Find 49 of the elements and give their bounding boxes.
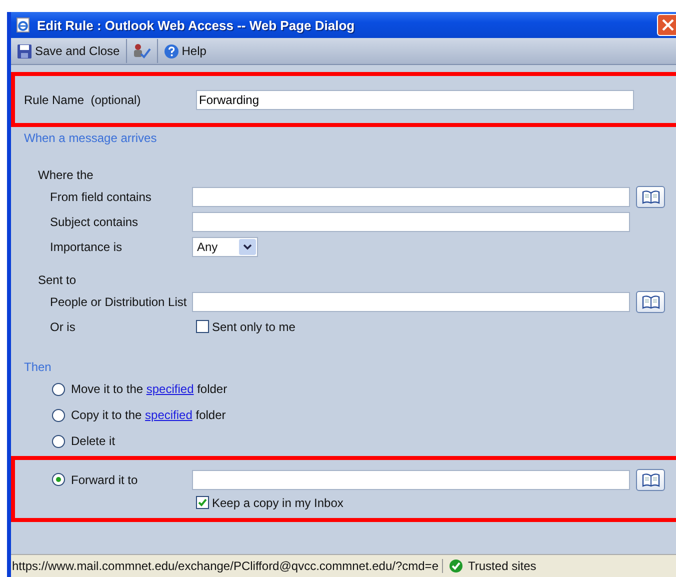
address-book-button[interactable] <box>636 290 665 312</box>
field-label: People or Distribution List <box>50 294 188 308</box>
address-book-button[interactable] <box>636 186 665 208</box>
option-label: Copy it to the specified folder <box>71 408 226 422</box>
close-icon <box>662 19 674 31</box>
rule-name-field[interactable]: Forwarding <box>196 90 634 110</box>
field-label: Subject contains <box>50 214 140 228</box>
close-button[interactable] <box>657 14 676 36</box>
specified-link[interactable]: specified <box>146 382 194 396</box>
window-title: Edit Rule : Outlook Web Access -- Web Page Dialog <box>37 18 355 32</box>
book-icon <box>642 472 660 486</box>
checkbox-label: Sent only to me <box>212 320 296 334</box>
save-and-close-button[interactable]: Save and Close <box>14 39 123 63</box>
text-field[interactable] <box>192 212 630 232</box>
field-label: Or is <box>50 320 76 334</box>
specified-link[interactable]: specified <box>145 408 192 422</box>
text-field[interactable] <box>192 292 630 312</box>
radio-button[interactable] <box>52 382 65 396</box>
group-heading: Sent to <box>38 273 78 289</box>
field-label: From field contains <box>50 190 152 204</box>
radio-button[interactable] <box>52 473 65 486</box>
option-label: Delete it <box>71 434 116 448</box>
page-icon <box>15 17 31 33</box>
forward-to-field[interactable] <box>192 470 630 490</box>
importance-dropdown[interactable]: Any <box>192 236 258 256</box>
section-heading: When a message arrives <box>24 131 158 147</box>
option-label: Move it to the specified folder <box>71 382 228 396</box>
help-icon <box>164 44 179 58</box>
chevron-down-icon <box>243 244 252 250</box>
status-url: https://www.mail.commnet.edu/exchange/PClifford@qvcc.commnet.edu/?cmd=e <box>11 559 443 573</box>
security-zone: Trusted sites <box>468 559 536 573</box>
section-heading: Then <box>24 360 52 376</box>
book-icon <box>642 294 660 308</box>
book-icon <box>642 190 660 204</box>
check-circle-icon <box>449 559 463 573</box>
checkbox-label: Keep a copy in my Inbox <box>212 496 344 510</box>
group-heading: Where the <box>38 168 94 184</box>
radio-button[interactable] <box>52 408 65 422</box>
field-label: Importance is <box>50 240 124 254</box>
checkbox[interactable] <box>196 320 209 333</box>
check-icon <box>197 497 208 508</box>
field-label: Rule Name (optional) <box>24 92 142 106</box>
radio-button[interactable] <box>52 434 65 448</box>
text-field[interactable] <box>192 186 630 206</box>
checkbox[interactable] <box>196 496 209 509</box>
person-check-icon <box>132 43 151 59</box>
option-label: Forward it to <box>71 472 138 486</box>
address-book-button[interactable] <box>636 468 665 490</box>
help-button[interactable]: Help <box>160 39 210 63</box>
